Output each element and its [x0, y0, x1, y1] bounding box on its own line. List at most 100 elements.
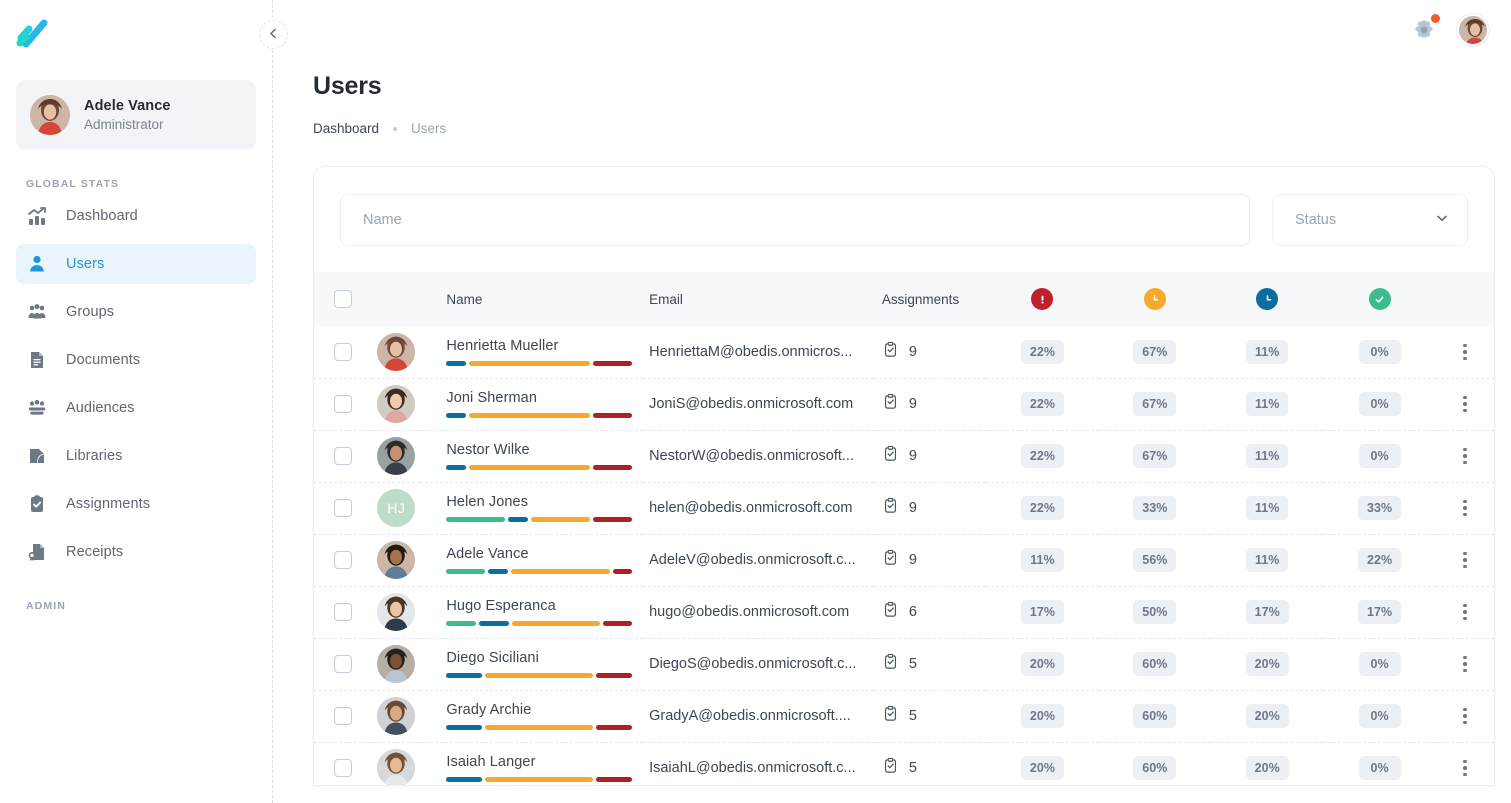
sidebar-item-documents[interactable]: Documents	[16, 340, 256, 380]
sidebar-section-global-stats-label: GLOBAL STATS	[26, 178, 256, 190]
row-menu-button[interactable]	[1436, 500, 1494, 517]
row-email-cell: JoniS@obedis.onmicrosoft.com	[643, 378, 874, 430]
row-name-cell: Nestor Wilke	[420, 430, 643, 482]
row-menu-button[interactable]	[1436, 656, 1494, 673]
row-email-cell: NestorW@obedis.onmicrosoft...	[643, 430, 874, 482]
row-menu-button[interactable]	[1436, 760, 1494, 777]
completed-percent: 17%	[1358, 600, 1401, 624]
user-avatar-button[interactable]	[1457, 14, 1489, 46]
row-menu-button[interactable]	[1436, 552, 1494, 569]
table-row[interactable]: Isaiah Langer IsaiahL@obedis.onmicrosoft…	[314, 742, 1494, 786]
completed-percent: 33%	[1358, 496, 1401, 520]
progress-segment	[593, 465, 633, 470]
row-checkbox[interactable]	[334, 707, 352, 725]
row-due-soon-cell: 33%	[1099, 482, 1211, 534]
user-name[interactable]: Isaiah Langer	[446, 754, 643, 770]
table-row[interactable]: Joni Sherman JoniS@obedis.onmicrosoft.co…	[314, 378, 1494, 430]
select-all-checkbox[interactable]	[334, 290, 352, 308]
user-email: HenriettaM@obedis.onmicros...	[643, 344, 874, 360]
assignments-count: 5	[909, 760, 917, 776]
user-email: JoniS@obedis.onmicrosoft.com	[643, 396, 874, 412]
overdue-percent: 20%	[1021, 652, 1064, 676]
due-soon-header[interactable]	[1099, 272, 1211, 326]
sidebar-item-audiences[interactable]: Audiences	[16, 388, 256, 428]
user-email: DiegoS@obedis.onmicrosoft.c...	[643, 656, 874, 672]
breadcrumb-parent[interactable]: Dashboard	[313, 121, 379, 136]
users-table: Name Email Assignments	[314, 272, 1494, 786]
sidebar-item-assignments[interactable]: Assignments	[16, 484, 256, 524]
user-name[interactable]: Henrietta Mueller	[446, 338, 643, 354]
upcoming-header[interactable]	[1211, 272, 1323, 326]
completed-percent: 0%	[1359, 652, 1401, 676]
row-menu-button[interactable]	[1436, 396, 1494, 413]
row-name-cell: Hugo Esperanca	[420, 586, 643, 638]
row-assignments-cell: 5	[874, 742, 986, 786]
row-checkbox[interactable]	[334, 499, 352, 517]
library-icon	[26, 445, 48, 467]
progress-segment	[596, 777, 632, 782]
row-checkbox[interactable]	[334, 759, 352, 777]
page-header: Users Dashboard Users	[273, 60, 1511, 136]
completed-percent: 22%	[1358, 548, 1401, 572]
progress-segment	[531, 517, 590, 522]
user-name[interactable]: Hugo Esperanca	[446, 598, 643, 614]
row-menu-button[interactable]	[1436, 604, 1494, 621]
settings-button[interactable]	[1411, 17, 1437, 43]
assignments-header[interactable]: Assignments	[874, 272, 986, 326]
row-checkbox[interactable]	[334, 395, 352, 413]
table-row[interactable]: Adele Vance AdeleV@obedis.onmicrosoft.c.…	[314, 534, 1494, 586]
row-checkbox[interactable]	[334, 655, 352, 673]
row-checkbox[interactable]	[334, 551, 352, 569]
status-progress-bar	[446, 413, 632, 418]
row-menu-button[interactable]	[1436, 448, 1494, 465]
table-row[interactable]: Grady Archie GradyA@obedis.onmicrosoft..…	[314, 690, 1494, 742]
profile-name: Adele Vance	[84, 98, 171, 114]
logo-container[interactable]	[16, 0, 256, 68]
sidebar-item-groups[interactable]: Groups	[16, 292, 256, 332]
row-menu-button[interactable]	[1436, 344, 1494, 361]
progress-segment	[485, 725, 593, 730]
assignments-count: 9	[909, 500, 917, 516]
user-name[interactable]: Adele Vance	[446, 546, 643, 562]
status-progress-bar	[446, 621, 632, 626]
sidebar-profile-card[interactable]: Adele Vance Administrator	[16, 80, 256, 150]
row-overdue-cell: 20%	[986, 638, 1098, 690]
row-due-soon-cell: 67%	[1099, 326, 1211, 378]
sidebar-item-users[interactable]: Users	[16, 244, 256, 284]
overdue-header[interactable]	[986, 272, 1098, 326]
clipboard-check-icon	[882, 393, 899, 415]
status-filter-select[interactable]: Status	[1272, 194, 1468, 246]
table-row[interactable]: Hugo Esperanca hugo@obedis.onmicrosoft.c…	[314, 586, 1494, 638]
clipboard-check-icon	[26, 493, 48, 515]
sidebar-item-dashboard[interactable]: Dashboard	[16, 196, 256, 236]
row-actions-cell	[1436, 742, 1494, 786]
row-checkbox[interactable]	[334, 603, 352, 621]
name-header[interactable]: Name	[420, 272, 643, 326]
user-name[interactable]: Nestor Wilke	[446, 442, 643, 458]
status-progress-bar	[446, 517, 632, 522]
table-row[interactable]: Nestor Wilke NestorW@obedis.onmicrosoft.…	[314, 430, 1494, 482]
receipt-icon	[26, 541, 48, 563]
row-actions-cell	[1436, 430, 1494, 482]
user-name[interactable]: Joni Sherman	[446, 390, 643, 406]
sidebar-collapse-button[interactable]	[259, 20, 288, 49]
user-name[interactable]: Helen Jones	[446, 494, 643, 510]
row-checkbox[interactable]	[334, 343, 352, 361]
user-name[interactable]: Diego Siciliani	[446, 650, 643, 666]
sidebar-item-receipts[interactable]: Receipts	[16, 532, 256, 572]
row-avatar-cell	[372, 326, 420, 378]
user-name[interactable]: Grady Archie	[446, 702, 643, 718]
completed-header[interactable]	[1323, 272, 1435, 326]
name-search-input[interactable]	[340, 194, 1250, 246]
row-menu-button[interactable]	[1436, 708, 1494, 725]
table-row[interactable]: HJ Helen Jones helen@obedis.onmicrosoft.…	[314, 482, 1494, 534]
progress-segment	[512, 621, 600, 626]
row-upcoming-cell: 20%	[1211, 742, 1323, 786]
sidebar-item-libraries[interactable]: Libraries	[16, 436, 256, 476]
table-row[interactable]: Diego Siciliani DiegoS@obedis.onmicrosof…	[314, 638, 1494, 690]
progress-segment	[446, 361, 466, 366]
row-checkbox[interactable]	[334, 447, 352, 465]
email-header[interactable]: Email	[643, 272, 874, 326]
table-row[interactable]: Henrietta Mueller HenriettaM@obedis.onmi…	[314, 326, 1494, 378]
avatar	[377, 593, 415, 631]
